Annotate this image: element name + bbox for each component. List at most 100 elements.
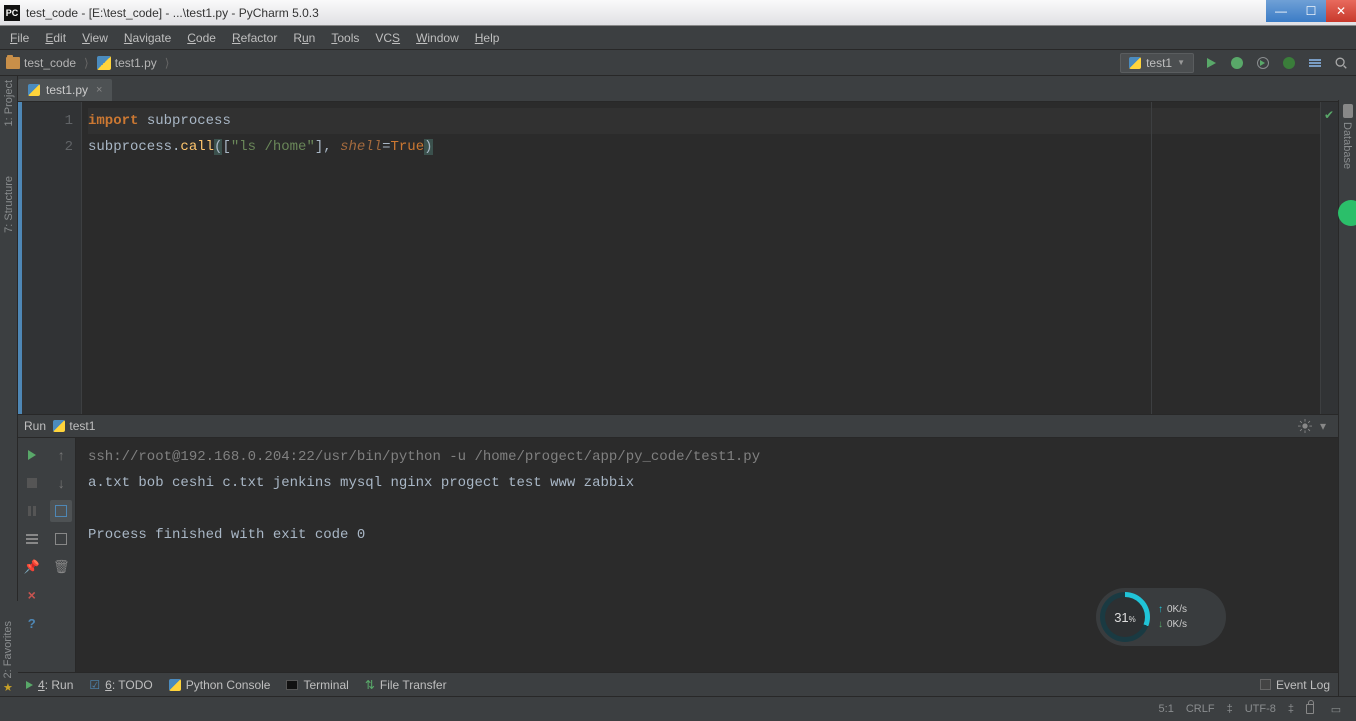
tab-event-log[interactable]: Event Log: [1260, 678, 1330, 692]
tab-file-transfer[interactable]: ⇅File Transfer: [365, 678, 447, 692]
code-editor[interactable]: 1 2 import subprocess subprocess.call(["…: [18, 102, 1338, 414]
window-titlebar: PC test_code - [E:\test_code] - ...\test…: [0, 0, 1356, 26]
editor-gutter: 1 2: [18, 102, 82, 414]
console-exit-line: Process finished with exit code 0: [88, 522, 1326, 548]
pause-icon: [28, 506, 36, 516]
lock-icon[interactable]: [1306, 704, 1314, 714]
run-panel-settings-button[interactable]: [1296, 417, 1314, 435]
menu-code[interactable]: Code: [179, 28, 224, 48]
tab-todo[interactable]: ☑6: TODO: [89, 678, 152, 692]
menu-navigate[interactable]: Navigate: [116, 28, 179, 48]
toolwindow-favorites[interactable]: 2: Favorites: [2, 621, 14, 678]
stop-button[interactable]: [21, 472, 43, 494]
database-icon: [1343, 104, 1353, 118]
breadcrumb-file-label: test1.py: [115, 56, 157, 70]
toolwindow-project[interactable]: 1: Project: [3, 80, 15, 126]
breadcrumb: test_code ⟩ test1.py ⟩: [6, 56, 1120, 70]
python-icon: [1129, 57, 1141, 69]
menu-run[interactable]: Run: [285, 28, 323, 48]
run-config-selector[interactable]: test1 ▼: [1120, 53, 1194, 73]
breadcrumb-file[interactable]: test1.py: [97, 56, 157, 70]
menu-help[interactable]: Help: [467, 28, 508, 48]
scroll-up-button[interactable]: ↑: [50, 444, 72, 466]
menu-edit[interactable]: Edit: [37, 28, 74, 48]
upload-speed: 0K/s: [1167, 604, 1187, 615]
arrow-down-icon: ↓: [1158, 619, 1163, 630]
play-icon: [1207, 58, 1216, 68]
separator-icon: ‡: [1227, 703, 1233, 715]
play-icon: [28, 450, 36, 460]
scroll-down-button[interactable]: ↓: [50, 472, 72, 494]
run-panel-title: Run: [24, 419, 49, 433]
memory-indicator[interactable]: ▭: [1326, 703, 1346, 716]
close-tab-icon[interactable]: ×: [96, 84, 102, 96]
pin-button[interactable]: 📌: [21, 556, 43, 578]
menu-vcs[interactable]: VCS: [367, 28, 408, 48]
python-file-icon: [97, 56, 111, 70]
print-icon: [55, 533, 67, 545]
inspection-ok-icon: ✔: [1324, 108, 1334, 122]
debug-button[interactable]: [1228, 54, 1246, 72]
module-name: subprocess: [147, 113, 231, 129]
toolwindow-structure[interactable]: 7: Structure: [3, 176, 15, 233]
play-icon: [26, 681, 33, 689]
editor-error-stripe: ✔: [1320, 102, 1338, 414]
run-button[interactable]: [1202, 54, 1220, 72]
window-maximize-button[interactable]: ☐: [1296, 0, 1326, 22]
bracket-close: ]: [315, 139, 323, 155]
lines-icon: [1309, 59, 1321, 67]
menu-refactor[interactable]: Refactor: [224, 28, 285, 48]
editor-splitter[interactable]: [1151, 102, 1152, 414]
comma: ,: [323, 139, 340, 155]
equals: =: [382, 139, 390, 155]
file-encoding[interactable]: UTF-8: [1245, 703, 1276, 715]
navigation-bar: test_code ⟩ test1.py ⟩ test1 ▼: [0, 50, 1356, 76]
database-tool-label: Database: [1341, 122, 1353, 169]
search-icon: [1334, 56, 1348, 70]
bottom-tool-tabs: 4: Run ☑6: TODO Python Console Terminal …: [18, 672, 1338, 696]
tab-run[interactable]: 4: Run: [26, 678, 73, 692]
view-list-button[interactable]: [21, 528, 43, 550]
clear-button[interactable]: 🗑: [50, 556, 72, 578]
terminal-icon: [286, 680, 298, 690]
breadcrumb-folder[interactable]: test_code: [6, 56, 76, 70]
close-run-button[interactable]: ×: [21, 584, 43, 606]
run-coverage-button[interactable]: [1254, 54, 1272, 72]
cpu-percent: 31%: [1105, 597, 1145, 637]
help-button[interactable]: ?: [21, 612, 43, 634]
soft-wrap-button[interactable]: [50, 500, 72, 522]
left-tool-strip-bottom: 2: Favorites ★: [0, 601, 18, 696]
print-button[interactable]: [50, 528, 72, 550]
menu-window[interactable]: Window: [408, 28, 467, 48]
tab-terminal[interactable]: Terminal: [286, 678, 348, 692]
breadcrumb-folder-label: test_code: [24, 56, 76, 70]
gear-icon: [1298, 419, 1312, 433]
dropdown-icon: ▼: [1177, 58, 1185, 67]
toolwindow-database[interactable]: Database: [1341, 122, 1353, 169]
menu-file[interactable]: File: [2, 28, 37, 48]
status-bar: 5:1 CRLF ‡ UTF-8 ‡ ▭: [0, 696, 1356, 721]
string-literal: "ls /home": [231, 139, 315, 155]
cpu-ring-icon: 31%: [1100, 592, 1150, 642]
tab-python-console[interactable]: Python Console: [169, 678, 271, 692]
editor-tab-test1[interactable]: test1.py ×: [18, 79, 112, 101]
editor-code-area[interactable]: import subprocess subprocess.call(["ls /…: [82, 102, 1338, 414]
structure-lines-button[interactable]: [1306, 54, 1324, 72]
menu-tools[interactable]: Tools: [323, 28, 367, 48]
window-close-button[interactable]: ✕: [1326, 0, 1356, 22]
performance-widget[interactable]: 31% ↑0K/s ↓0K/s: [1096, 588, 1226, 646]
pause-button[interactable]: [21, 500, 43, 522]
window-minimize-button[interactable]: —: [1266, 0, 1296, 22]
arrow-up-icon: ↑: [1158, 604, 1163, 615]
run-panel-hide-button[interactable]: ▾: [1314, 417, 1332, 435]
line-ending[interactable]: CRLF: [1186, 703, 1215, 715]
arrow-down-icon: ↓: [58, 475, 65, 491]
rerun-button[interactable]: [21, 444, 43, 466]
transfer-icon: ⇅: [365, 678, 375, 692]
open-browser-button[interactable]: [1280, 54, 1298, 72]
python-icon: [53, 420, 65, 432]
kwarg-name: shell: [340, 139, 382, 155]
keyword-import: import: [88, 113, 138, 129]
search-everywhere-button[interactable]: [1332, 54, 1350, 72]
menu-view[interactable]: View: [74, 28, 116, 48]
